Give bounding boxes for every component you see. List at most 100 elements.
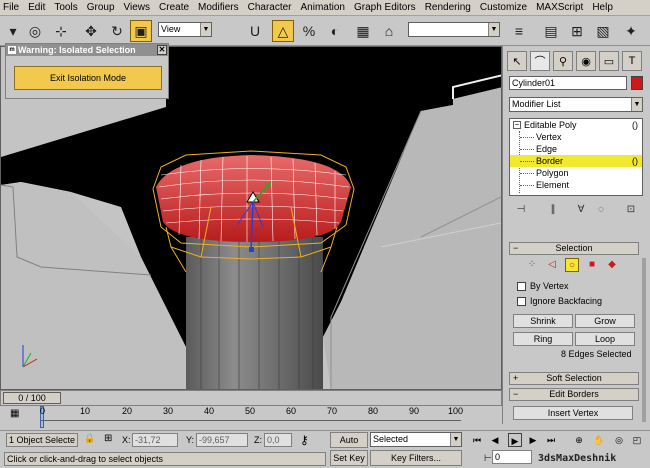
absolute-mode-icon[interactable]: ⊞ xyxy=(104,433,118,447)
stack-item-editable-poly[interactable]: Editable Poly() xyxy=(510,119,642,131)
by-vertex-checkbox[interactable] xyxy=(517,282,526,291)
menu-item-group[interactable]: Group xyxy=(87,2,115,13)
select-region-icon[interactable]: ⊹ xyxy=(50,20,72,42)
key-filters-button[interactable]: Key Filters... xyxy=(370,450,462,466)
tick-label: 80 xyxy=(368,406,379,416)
stack-item-border[interactable]: Border() xyxy=(510,155,642,167)
dialog-title-bar[interactable]: m Warning: Isolated Selection ✕ xyxy=(6,44,168,56)
display-tab-icon[interactable]: ▭ xyxy=(599,51,619,71)
time-slider-thumb[interactable]: 0 / 100 xyxy=(3,392,61,404)
menu-item-edit[interactable]: Edit xyxy=(28,2,45,13)
grow-button[interactable]: Grow xyxy=(575,314,635,328)
edge-mode-icon[interactable]: ◁ xyxy=(545,258,559,272)
ring-button[interactable]: Ring xyxy=(513,332,573,346)
snap-icon[interactable]: U xyxy=(244,20,266,42)
trackbar-toggle-icon[interactable]: ▦ xyxy=(10,408,24,422)
border-mode-icon[interactable]: ○ xyxy=(565,258,579,272)
mirror-icon[interactable]: ▦ xyxy=(352,20,374,42)
selection-rollout-header[interactable]: − Selection xyxy=(509,242,639,255)
key-icon[interactable]: ⚷ xyxy=(300,433,309,447)
time-slider[interactable]: 0 / 100 xyxy=(0,390,502,406)
element-mode-icon[interactable]: ◆ xyxy=(605,258,619,272)
key-mode-dropdown[interactable]: Selected ▼ xyxy=(370,432,462,447)
close-icon[interactable]: ✕ xyxy=(157,45,167,55)
lock-icon[interactable]: 🔒 xyxy=(84,433,96,447)
shrink-button[interactable]: Shrink xyxy=(513,314,573,328)
menu-item-help[interactable]: Help xyxy=(592,2,613,13)
stack-item-edge[interactable]: Edge xyxy=(510,143,642,155)
pan-icon[interactable]: ✋ xyxy=(592,433,606,447)
orbit-icon[interactable]: ◎ xyxy=(612,433,626,447)
menu-item-create[interactable]: Create xyxy=(159,2,189,13)
create-tab-icon[interactable]: ↖ xyxy=(507,51,527,71)
align-icon[interactable]: ⌂ xyxy=(378,20,400,42)
material-editor-icon[interactable]: ▧ xyxy=(592,20,614,42)
configure-sets-icon[interactable]: ⊡ xyxy=(623,202,639,218)
menu-item-modifiers[interactable]: Modifiers xyxy=(198,2,239,13)
select-icon[interactable]: ◎ xyxy=(24,20,46,42)
current-frame-field[interactable]: 0 xyxy=(492,450,532,464)
y-coordinate-field[interactable]: -99,657 xyxy=(196,433,248,447)
menu-item-animation[interactable]: Animation xyxy=(301,2,345,13)
stack-item-vertex[interactable]: Vertex xyxy=(510,131,642,143)
edit-borders-rollout-header[interactable]: − Edit Borders xyxy=(509,388,639,401)
remove-modifier-icon[interactable]: ◌ xyxy=(593,202,609,218)
reference-coord-select[interactable]: View ▼ xyxy=(158,22,212,37)
move-icon[interactable]: ✥ xyxy=(80,20,102,42)
menu-item-tools[interactable]: Tools xyxy=(54,2,77,13)
previous-frame-icon[interactable]: ◀ xyxy=(488,433,502,447)
menu-item-character[interactable]: Character xyxy=(248,2,292,13)
go-to-end-icon[interactable]: ⏭ xyxy=(544,433,558,447)
go-to-start-icon[interactable]: ⏮ xyxy=(470,433,484,447)
loop-button[interactable]: Loop xyxy=(575,332,635,346)
vertex-mode-icon[interactable]: ⁘ xyxy=(525,258,539,272)
schematic-icon[interactable]: ⊞ xyxy=(566,20,588,42)
maximize-viewport-icon[interactable]: ◰ xyxy=(630,433,644,447)
curve-editor-icon[interactable]: ▤ xyxy=(540,20,562,42)
zoom-icon[interactable]: ⊕ xyxy=(572,433,586,447)
soft-selection-rollout-header[interactable]: + Soft Selection xyxy=(509,372,639,385)
rotate-icon[interactable]: ↻ xyxy=(106,20,128,42)
set-key-button[interactable]: Set Key xyxy=(330,450,368,466)
next-frame-icon[interactable]: ▶ xyxy=(526,433,540,447)
menu-item-file[interactable]: File xyxy=(3,2,19,13)
render-icon[interactable]: ✦ xyxy=(620,20,642,42)
prompt-line: Click or click-and-drag to select object… xyxy=(4,452,326,466)
menu-item-maxscript[interactable]: MAXScript xyxy=(536,2,583,13)
menu-item-views[interactable]: Views xyxy=(124,2,151,13)
stack-item-polygon[interactable]: Polygon xyxy=(510,167,642,179)
polygon-mode-icon[interactable]: ■ xyxy=(585,258,599,272)
make-unique-icon[interactable]: ∀ xyxy=(573,202,589,218)
menu-item-graph-editors[interactable]: Graph Editors xyxy=(354,2,416,13)
play-icon[interactable]: ▶ xyxy=(508,433,522,447)
utilities-tab-icon[interactable]: T xyxy=(622,51,642,71)
spinner-snap-icon[interactable]: ◐ xyxy=(324,20,346,42)
insert-vertex-button[interactable]: Insert Vertex xyxy=(513,406,633,420)
hierarchy-tab-icon[interactable]: ⚲ xyxy=(553,51,573,71)
track-bar[interactable]: ▦ 0 10 20 30 40 50 60 70 80 90 100 xyxy=(0,406,502,430)
exit-isolation-button[interactable]: Exit Isolation Mode xyxy=(14,66,162,90)
border-icon: () xyxy=(632,156,638,166)
modify-tab-icon[interactable]: ⌒ xyxy=(530,51,550,71)
menu-item-customize[interactable]: Customize xyxy=(480,2,527,13)
auto-key-button[interactable]: Auto Key xyxy=(330,432,368,459)
menu-item-rendering[interactable]: Rendering xyxy=(425,2,471,13)
show-end-result-icon[interactable]: ∥ xyxy=(545,202,561,218)
panel-scrollbar[interactable] xyxy=(642,258,646,422)
scale-icon[interactable]: ▣ xyxy=(130,20,152,42)
z-coordinate-field[interactable]: 0,0 xyxy=(264,433,292,447)
percent-snap-icon[interactable]: % xyxy=(298,20,320,42)
modifier-list-dropdown[interactable]: Modifier List ▼ xyxy=(509,97,643,112)
undo-icon[interactable]: ▾ xyxy=(2,20,24,42)
object-name-field[interactable]: Cylinder01 xyxy=(509,76,627,90)
pin-stack-icon[interactable]: ⊣ xyxy=(513,202,529,218)
object-color-swatch[interactable] xyxy=(631,76,643,90)
ignore-backfacing-checkbox[interactable] xyxy=(517,297,526,306)
x-coordinate-field[interactable]: -31,72 xyxy=(132,433,178,447)
stack-item-element[interactable]: Element xyxy=(510,179,642,191)
named-selection-set[interactable]: ▼ xyxy=(408,22,500,37)
layers-icon[interactable]: ≡ xyxy=(508,20,530,42)
key-mode-toggle-icon[interactable]: ⊢ xyxy=(484,453,492,464)
motion-tab-icon[interactable]: ◉ xyxy=(576,51,596,71)
angle-snap-icon[interactable]: △ xyxy=(272,20,294,42)
